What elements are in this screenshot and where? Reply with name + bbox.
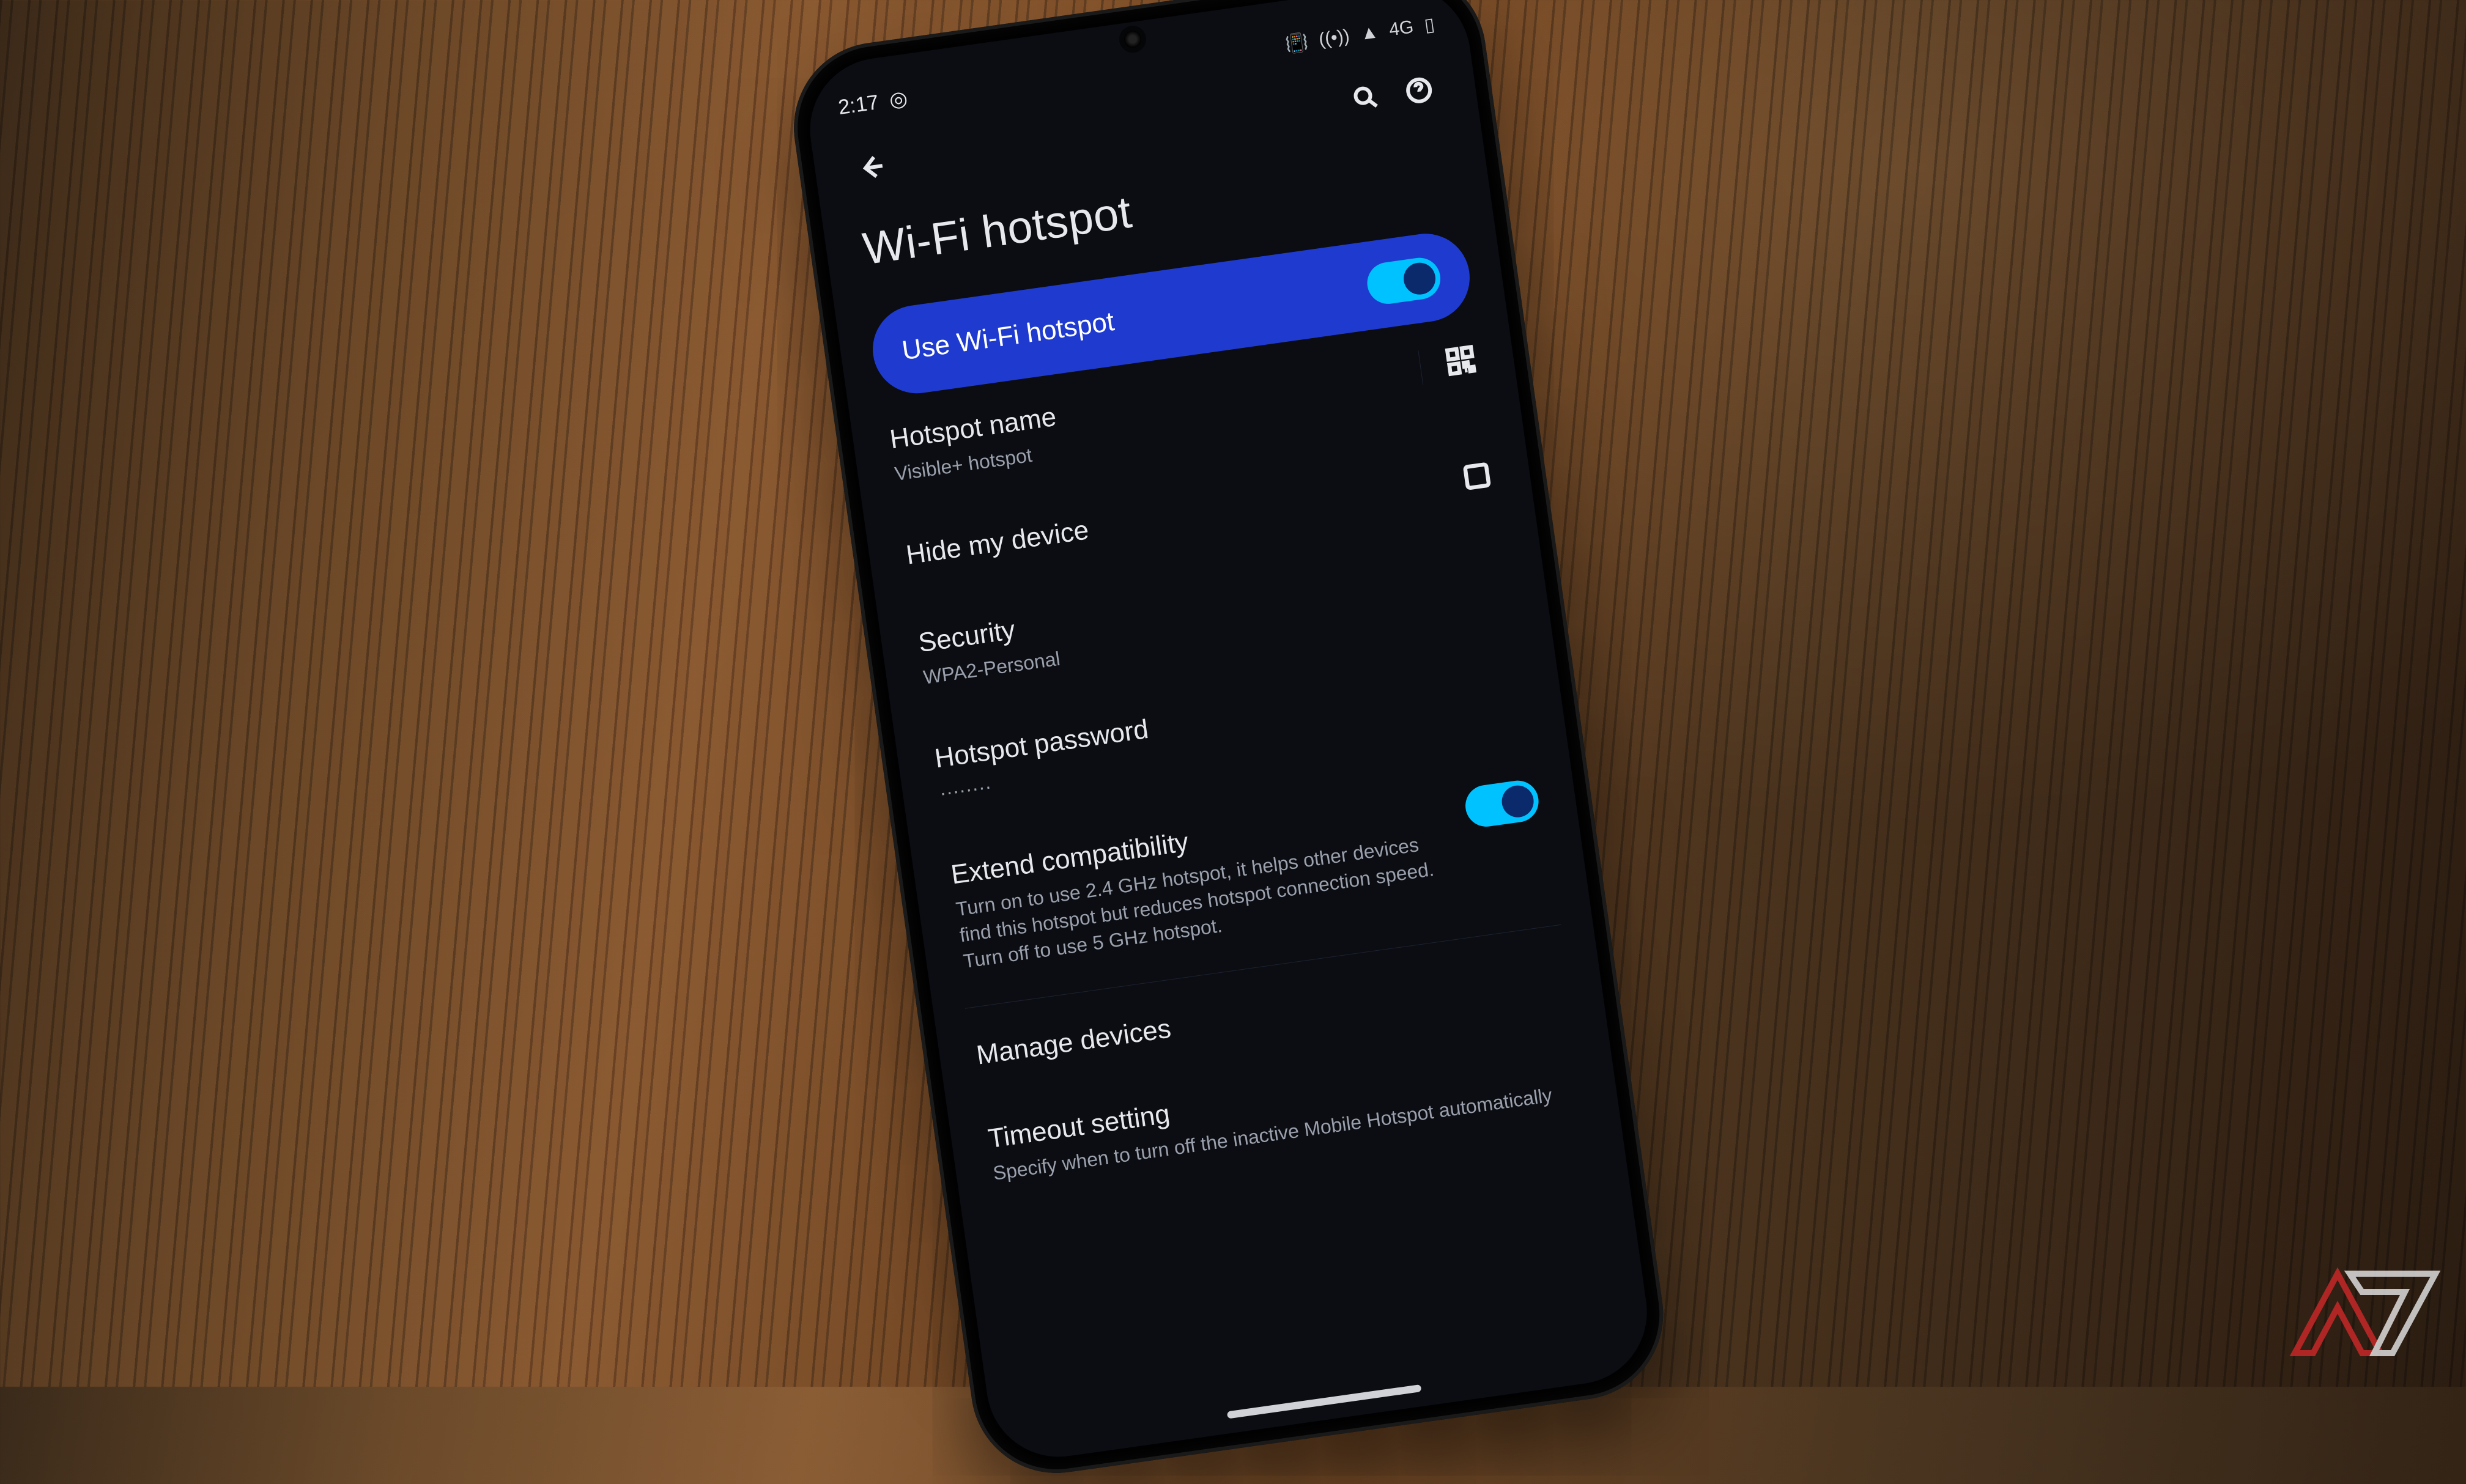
help-icon (1402, 74, 1435, 107)
site-watermark (2283, 1261, 2442, 1368)
search-button[interactable] (1338, 70, 1393, 125)
vibrate-icon: 📳 (1284, 31, 1309, 56)
battery-icon: ▯ (1423, 13, 1436, 36)
status-time: 2:17 (837, 90, 880, 120)
help-button[interactable] (1391, 63, 1446, 118)
signal-icon: ▲ (1359, 21, 1380, 45)
master-toggle-switch[interactable] (1364, 255, 1443, 306)
phone-frame: 2:17 ◎ 📳 ((•)) ▲ 4G ▯ (783, 0, 1674, 1484)
qr-code-icon (1443, 342, 1479, 378)
back-button[interactable] (844, 139, 899, 194)
gesture-nav-pill[interactable] (1227, 1384, 1422, 1419)
network-type: 4G (1388, 17, 1415, 40)
extend-compat-switch[interactable] (1463, 778, 1541, 829)
arrow-left-icon (855, 151, 888, 184)
checkbox-unchecked-icon (1459, 459, 1495, 495)
screen: 2:17 ◎ 📳 ((•)) ▲ 4G ▯ (801, 0, 1656, 1466)
qr-code-button[interactable] (1418, 342, 1479, 385)
watermark-logo-icon (2283, 1261, 2442, 1365)
search-icon (1349, 81, 1382, 114)
master-toggle-label: Use Wi-Fi hotspot (900, 306, 1116, 366)
status-app-icon: ◎ (887, 86, 909, 113)
hide-device-checkbox[interactable] (1459, 459, 1495, 498)
hotspot-active-icon: ((•)) (1317, 26, 1351, 51)
